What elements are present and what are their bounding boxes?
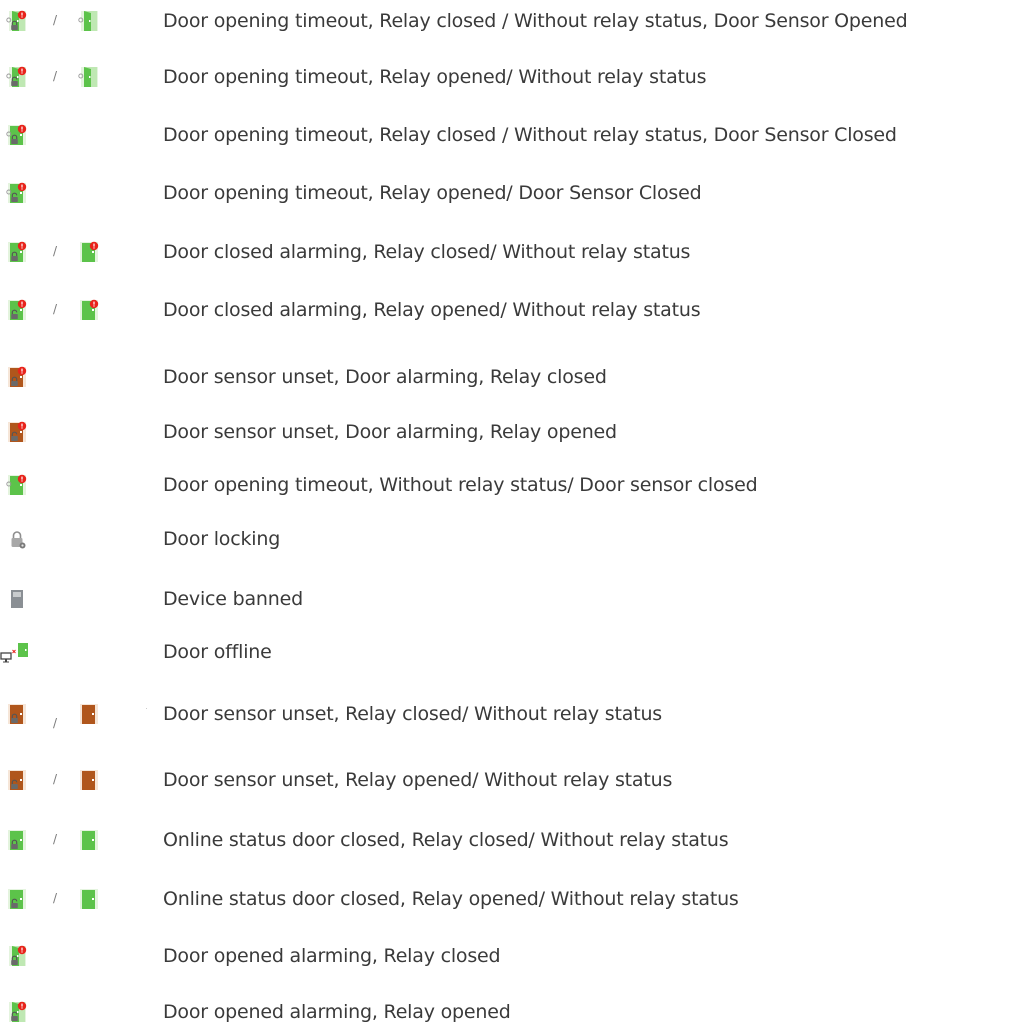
separator-slash: /	[53, 772, 58, 786]
monitor-offline-door-icon	[0, 643, 28, 663]
row-icons	[0, 634, 156, 670]
padlock-gear-icon	[11, 531, 26, 549]
status-description: Door opened alarming, Relay opened	[163, 1001, 511, 1023]
row-icons	[6, 414, 156, 450]
row-icons: /	[6, 696, 156, 732]
status-description: Door opening timeout, Relay closed / Wit…	[163, 10, 908, 32]
green-door-closed-alarm-relay-opened-icon	[6, 299, 28, 321]
status-description: Door opening timeout, Relay closed / Wit…	[163, 124, 897, 146]
grey-door-banned-icon	[6, 588, 28, 610]
brown-door-alarm-relay-closed-icon	[6, 366, 28, 388]
row-icons	[6, 938, 156, 974]
separator-slash: /	[53, 891, 58, 905]
status-description: Door sensor unset, Relay opened/ Without…	[163, 769, 673, 791]
legend-row: / Door sensor unset, Relay closed/ Witho…	[0, 696, 1016, 732]
status-description: Device banned	[163, 588, 303, 610]
status-description: Door offline	[163, 641, 272, 663]
row-icons: /	[6, 59, 156, 95]
green-door-closed-timeout-alarm-relay-closed-icon	[6, 124, 28, 146]
legend-row: Door locking	[0, 521, 1016, 557]
separator-slash: /	[53, 832, 58, 846]
green-door-icon	[78, 888, 100, 910]
row-icons: /	[6, 292, 156, 328]
green-door-icon	[78, 829, 100, 851]
green-door-opened-timeout-icon	[78, 66, 100, 88]
row-icons: /	[6, 3, 156, 39]
legend-row: Door opening timeout, Relay opened/ Door…	[0, 175, 1016, 211]
row-icons	[6, 521, 156, 557]
status-description: Door sensor unset, Door alarming, Relay …	[163, 366, 607, 388]
green-door-closed-alarm-icon	[78, 241, 100, 263]
brown-door-relay-opened-icon	[6, 769, 28, 791]
green-door-opened-alarm-relay-closed-icon	[6, 945, 28, 967]
legend-row: / Door closed alarming, Relay opened/ Wi…	[0, 292, 1016, 328]
status-description: Online status door closed, Relay opened/…	[163, 888, 739, 910]
row-icons: /	[6, 881, 156, 917]
row-icons: /	[6, 822, 156, 858]
green-door-relay-closed-icon	[6, 829, 28, 851]
status-description: Door locking	[163, 528, 281, 550]
green-door-timeout-alarm-relay-closed-icon	[6, 10, 28, 32]
brown-door-alarm-relay-opened-icon	[6, 421, 28, 443]
status-description: Door opening timeout, Without relay stat…	[163, 474, 758, 496]
green-door-closed-alarm-icon	[78, 299, 100, 321]
separator-slash: /	[53, 302, 58, 316]
status-description: Door closed alarming, Relay closed/ With…	[163, 241, 691, 263]
legend-row: / Door opening timeout, Relay opened/ Wi…	[0, 59, 1016, 95]
green-door-opened-timeout-icon	[78, 10, 100, 32]
row-icons	[6, 175, 156, 211]
separator-slash: /	[53, 69, 58, 83]
legend-row: Door offline	[0, 634, 1016, 670]
green-door-timeout-alarm-relay-opened-icon	[6, 66, 28, 88]
legend-row: Door sensor unset, Door alarming, Relay …	[0, 414, 1016, 450]
door-status-legend: / Door opening timeout, Relay closed / W…	[0, 0, 1016, 1029]
status-description: Door sensor unset, Door alarming, Relay …	[163, 421, 617, 443]
green-door-closed-alarm-relay-closed-icon	[6, 241, 28, 263]
green-door-closed-timeout-alarm-relay-opened-icon	[6, 182, 28, 204]
status-description: Door opening timeout, Relay opened/ Door…	[163, 182, 702, 204]
legend-row: Door sensor unset, Door alarming, Relay …	[0, 359, 1016, 395]
status-description: Door opening timeout, Relay opened/ With…	[163, 66, 707, 88]
row-icons: /	[6, 234, 156, 270]
green-door-opened-alarm-relay-opened-icon	[6, 1001, 28, 1023]
status-description: Door opened alarming, Relay closed	[163, 945, 501, 967]
legend-row: / Online status door closed, Relay close…	[0, 822, 1016, 858]
row-icons	[6, 117, 156, 153]
legend-row: Door opened alarming, Relay opened	[0, 994, 1016, 1030]
row-icons: /	[6, 762, 156, 798]
legend-row: / Door closed alarming, Relay closed/ Wi…	[0, 234, 1016, 270]
brown-door-icon	[78, 703, 100, 725]
row-icons	[6, 359, 156, 395]
legend-row: Device banned	[0, 581, 1016, 617]
brown-door-relay-closed-icon	[6, 703, 28, 725]
status-description: Door sensor unset, Relay closed/ Without…	[163, 703, 662, 725]
legend-row: / Online status door closed, Relay opene…	[0, 881, 1016, 917]
legend-row: / Door opening timeout, Relay closed / W…	[0, 3, 1016, 39]
legend-row: Door opened alarming, Relay closed	[0, 938, 1016, 974]
legend-row: / Door sensor unset, Relay opened/ Witho…	[0, 762, 1016, 798]
stray-dot	[146, 708, 147, 709]
legend-row: Door opening timeout, Relay closed / Wit…	[0, 117, 1016, 153]
row-icons	[6, 581, 156, 617]
separator-slash: /	[53, 244, 58, 258]
row-icons	[6, 467, 156, 503]
separator-slash: /	[53, 13, 58, 27]
status-description: Door closed alarming, Relay opened/ With…	[163, 299, 701, 321]
row-icons	[6, 994, 156, 1030]
status-description: Online status door closed, Relay closed/…	[163, 829, 729, 851]
brown-door-icon	[78, 769, 100, 791]
legend-row: Door opening timeout, Without relay stat…	[0, 467, 1016, 503]
separator-slash: /	[53, 716, 58, 730]
green-door-relay-opened-icon	[6, 888, 28, 910]
green-door-closed-timeout-alarm-icon	[6, 474, 28, 496]
